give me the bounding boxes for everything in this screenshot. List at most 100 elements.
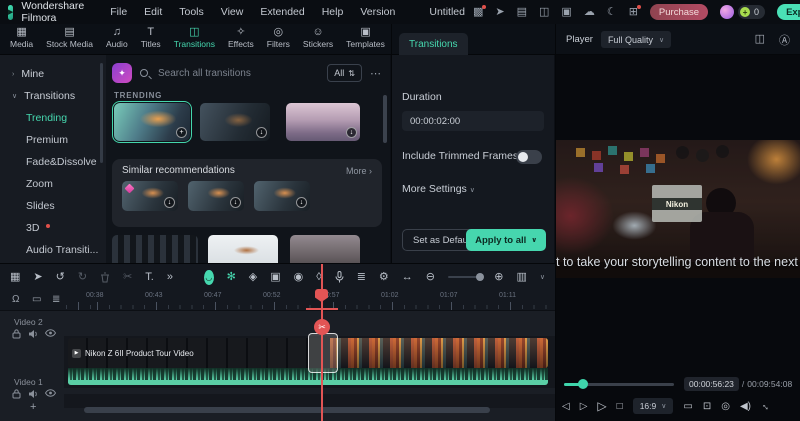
lock-icon[interactable]: [12, 389, 21, 399]
delete-icon[interactable]: [100, 272, 110, 283]
credits-badge[interactable]: + 0: [738, 5, 765, 19]
clip-colorful-video[interactable]: [330, 338, 548, 368]
filter-all-button[interactable]: All ⇅: [327, 64, 362, 82]
tab-transitions[interactable]: ◫Transitions: [174, 26, 215, 49]
range-select-icon[interactable]: ↔: [402, 272, 413, 283]
transition-thumb-fade[interactable]: ↓ Fade: [200, 103, 270, 141]
split-screen-icon[interactable]: ◫: [755, 32, 765, 48]
download-icon[interactable]: ↓: [256, 127, 267, 138]
menu-file[interactable]: File: [110, 6, 127, 18]
layout-icon[interactable]: ◫: [539, 7, 549, 18]
aspect-ratio-dropdown[interactable]: 16:9∨: [633, 398, 674, 414]
volume-icon[interactable]: ◀): [740, 401, 751, 412]
transition-thumb-dissolve[interactable]: + Dissolve: [114, 103, 190, 141]
sidebar-group-transitions[interactable]: ∨ Transitions: [0, 85, 106, 107]
tab-stock-media[interactable]: ▤Stock Media: [46, 26, 93, 49]
theme-icon[interactable]: ☾: [607, 7, 617, 18]
download-icon[interactable]: ↓: [164, 197, 175, 208]
download-icon[interactable]: ↓: [230, 197, 241, 208]
zoom-in-icon[interactable]: ⊕: [494, 272, 503, 283]
menu-edit[interactable]: Edit: [144, 6, 162, 18]
export-button[interactable]: Export∨: [777, 4, 800, 20]
menu-tools[interactable]: Tools: [179, 6, 204, 18]
track-manager-icon[interactable]: ≣: [52, 294, 60, 305]
select-tool-icon[interactable]: ➤: [33, 272, 42, 283]
gift-icon[interactable]: ▩: [473, 7, 483, 18]
text-tool-icon[interactable]: T.: [145, 272, 154, 283]
seek-handle[interactable]: [578, 379, 588, 389]
tab-audio[interactable]: ♫Audio: [106, 26, 128, 49]
render-preview-icon[interactable]: ≣: [357, 272, 366, 283]
download-icon[interactable]: ↓: [346, 127, 357, 138]
ai-effects-icon[interactable]: ✻: [227, 272, 236, 283]
trimmed-frames-toggle[interactable]: [516, 150, 542, 164]
add-icon[interactable]: +: [176, 127, 187, 138]
tab-stickers[interactable]: ☺Stickers: [303, 26, 333, 49]
quality-dropdown[interactable]: Full Quality∨: [601, 31, 671, 48]
save-as-icon[interactable]: ▤: [517, 7, 527, 18]
clip-nikon-video[interactable]: ▶ Nikon Z 6II Product Tour Video: [68, 338, 322, 368]
timeline-hscrollbar[interactable]: [84, 407, 490, 413]
properties-tab-transitions[interactable]: Transitions: [399, 33, 468, 55]
share-icon[interactable]: ➤: [495, 7, 504, 18]
previous-frame-icon[interactable]: ◁: [562, 401, 570, 412]
transition-thumb-fade-dissolve[interactable]: ↓ Fade Dissolve: [122, 181, 178, 211]
record-voiceover-icon[interactable]: [335, 271, 344, 283]
transition-thumb-ripple[interactable]: ↓ Ripple: [188, 181, 244, 211]
sidebar-scrollbar[interactable]: [100, 63, 103, 163]
tab-media[interactable]: ▦Media: [10, 26, 33, 49]
apply-to-all-button[interactable]: Apply to all∨: [466, 229, 546, 251]
more-options-icon[interactable]: ⋯: [370, 67, 382, 80]
transition-thumb-heart[interactable]: ↓ Heart: [254, 181, 310, 211]
timeline-zoom-slider[interactable]: [448, 276, 481, 278]
fit-timeline-icon[interactable]: ▥: [516, 272, 526, 283]
snapshot-camera-icon[interactable]: ◎: [721, 401, 730, 412]
redo-icon[interactable]: ↻: [78, 272, 87, 283]
visibility-icon[interactable]: [45, 389, 56, 399]
tab-filters[interactable]: ◎Filters: [267, 26, 290, 49]
device-settings-icon[interactable]: ⚙: [379, 272, 389, 283]
menu-extended[interactable]: Extended: [260, 6, 304, 18]
add-track-button[interactable]: +: [30, 401, 36, 413]
speed-icon[interactable]: ◉: [294, 272, 304, 283]
cloud-upload-icon[interactable]: ☁: [584, 7, 595, 18]
user-avatar[interactable]: [720, 5, 734, 19]
timeline-ruler[interactable]: Ω ▭ ≣ 00:38 00:43 00:47 00:52 00:57 01:0…: [0, 290, 555, 311]
sidebar-item-trending[interactable]: Trending: [0, 107, 106, 129]
menu-help[interactable]: Help: [322, 6, 344, 18]
apps-grid-icon[interactable]: ⊞: [629, 7, 638, 18]
save-icon[interactable]: ▣: [561, 7, 571, 18]
transition-thumb-dissolve-03[interactable]: ↓ Dissolve 03: [286, 103, 360, 141]
tab-effects[interactable]: ✧Effects: [228, 26, 254, 49]
ai-assistant-icon[interactable]: ✦: [112, 63, 132, 83]
stop-icon[interactable]: □: [617, 401, 623, 412]
sidebar-item-premium[interactable]: Premium: [0, 129, 106, 151]
tab-templates[interactable]: ▣Templates: [346, 26, 385, 49]
zoom-out-icon[interactable]: ⊖: [426, 272, 435, 283]
sidebar-item-slides[interactable]: Slides: [0, 195, 106, 217]
purchase-button[interactable]: Purchase: [650, 4, 708, 20]
duration-input[interactable]: [402, 111, 544, 131]
keyframe-icon[interactable]: ◈: [249, 272, 257, 283]
mute-icon[interactable]: [28, 329, 38, 339]
mirror-display-icon[interactable]: ⊡: [703, 401, 711, 412]
search-input[interactable]: [156, 67, 319, 80]
current-timecode[interactable]: 00:00:56:23: [684, 377, 739, 391]
sidebar-item-fade-dissolve[interactable]: Fade&Dissolve: [0, 151, 106, 173]
library-scrollbar[interactable]: [383, 95, 387, 143]
tab-titles[interactable]: TTitles: [141, 26, 161, 49]
fullscreen-icon[interactable]: ↔: [759, 399, 774, 414]
playhead-cut-badge[interactable]: ✂: [314, 319, 330, 335]
media-browser-icon[interactable]: ▦: [10, 272, 20, 283]
similar-more-link[interactable]: More ›: [346, 166, 372, 176]
sidebar-item-audio-transitions[interactable]: Audio Transiti...: [0, 239, 106, 261]
split-scissors-icon[interactable]: ✂: [123, 272, 132, 283]
playhead-line[interactable]: [321, 264, 323, 421]
marker-icon[interactable]: ▭: [32, 294, 41, 305]
zoom-handle[interactable]: [476, 273, 484, 281]
seek-slider[interactable]: [564, 383, 674, 386]
next-frame-icon[interactable]: ▷: [580, 401, 588, 412]
lock-icon[interactable]: [12, 329, 21, 339]
transition-applied-marker[interactable]: [308, 333, 338, 373]
more-settings-label[interactable]: More Settings ∨: [402, 183, 475, 195]
